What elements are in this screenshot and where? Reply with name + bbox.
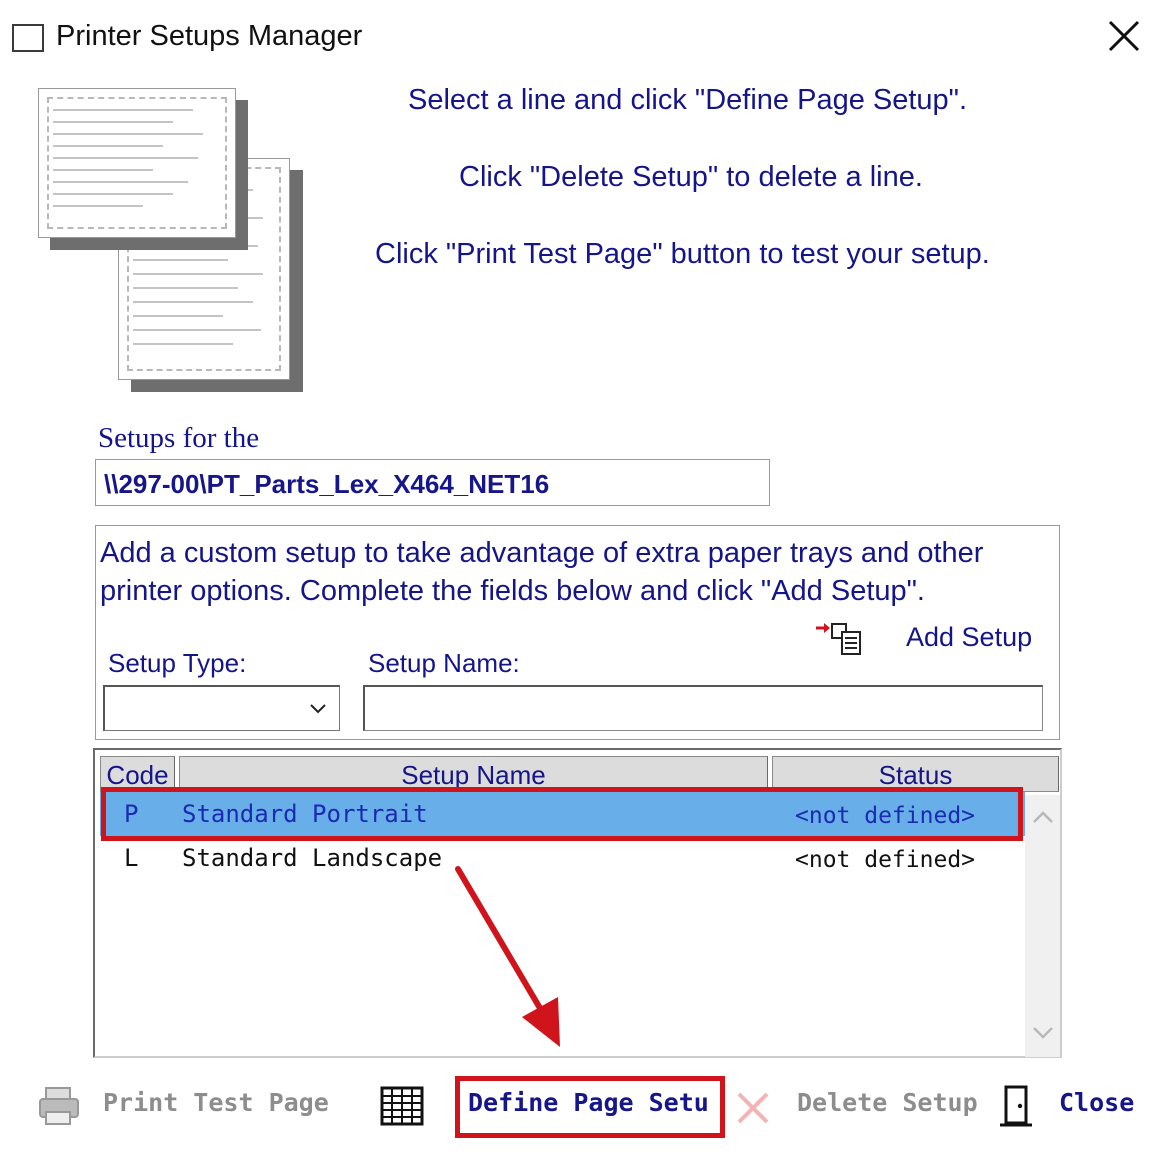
door-icon[interactable] xyxy=(998,1084,1034,1128)
annotation-arrow-icon xyxy=(455,866,560,1047)
setups-for-label: Setups for the xyxy=(98,422,260,454)
setup-name-input[interactable] xyxy=(363,685,1043,731)
print-test-page-button[interactable]: Print Test Page xyxy=(103,1088,329,1117)
instruction-print: Click "Print Test Page" button to test y… xyxy=(375,238,990,270)
setup-name-label: Setup Name: xyxy=(368,648,520,678)
add-setup-icon[interactable] xyxy=(814,620,864,656)
list-scrollbar[interactable] xyxy=(1025,795,1060,1057)
delete-icon[interactable] xyxy=(735,1090,771,1126)
pages-illustration xyxy=(38,88,303,393)
setup-type-select[interactable] xyxy=(103,685,340,731)
scroll-down-icon[interactable] xyxy=(1032,1025,1054,1041)
custom-setup-description: Add a custom setup to take advantage of … xyxy=(100,537,984,607)
button-highlight-box xyxy=(455,1076,725,1138)
row-setup-name: Standard Landscape xyxy=(182,844,443,872)
close-button[interactable]: Close xyxy=(1059,1088,1134,1117)
printer-name-field: \\297-00\PT_Parts_Lex_X464_NET16 xyxy=(95,459,770,506)
setup-type-label: Setup Type: xyxy=(108,648,247,678)
instruction-select: Select a line and click "Define Page Set… xyxy=(408,84,968,116)
add-setup-button[interactable]: Add Setup xyxy=(906,622,1032,653)
window-icon xyxy=(12,24,44,52)
scroll-up-icon[interactable] xyxy=(1032,809,1054,825)
delete-setup-button[interactable]: Delete Setup xyxy=(797,1088,978,1117)
row-status: <not defined> xyxy=(795,847,976,873)
row-code: L xyxy=(124,844,139,872)
grid-icon[interactable] xyxy=(380,1086,424,1126)
close-icon[interactable] xyxy=(1104,16,1144,56)
instruction-delete: Click "Delete Setup" to delete a line. xyxy=(459,161,923,193)
chevron-down-icon xyxy=(310,704,326,714)
printer-icon[interactable] xyxy=(36,1086,82,1126)
row-highlight-box xyxy=(101,787,1023,841)
window-title: Printer Setups Manager xyxy=(56,20,363,52)
